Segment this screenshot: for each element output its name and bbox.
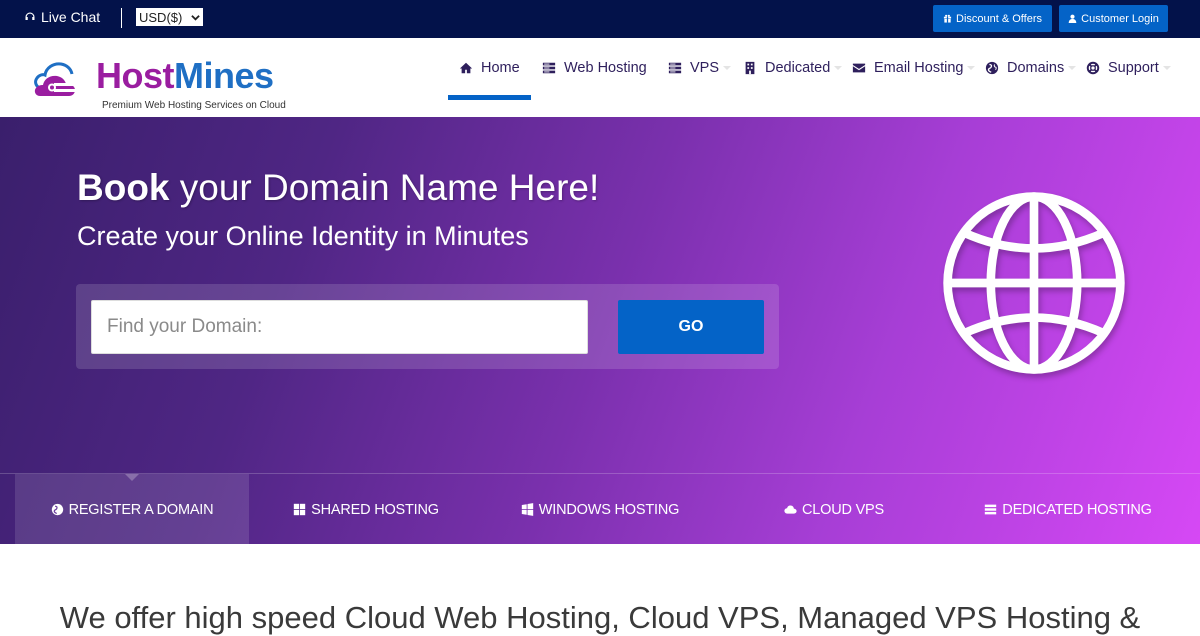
envelope-icon bbox=[852, 63, 866, 73]
server-icon bbox=[542, 62, 556, 74]
server-icon bbox=[668, 62, 682, 74]
brand-name: HostMines bbox=[96, 54, 274, 98]
grid-icon bbox=[293, 503, 306, 516]
caret-down-icon bbox=[834, 66, 843, 70]
customer-login-button[interactable]: Customer Login bbox=[1059, 5, 1168, 32]
nav-active-indicator bbox=[448, 95, 531, 100]
nav-item-label: VPS bbox=[690, 60, 720, 76]
headphones-icon bbox=[25, 12, 35, 20]
user-icon bbox=[1068, 14, 1077, 23]
nav-item-label: Domains bbox=[1007, 60, 1065, 76]
live-chat-link[interactable]: Live Chat bbox=[24, 9, 100, 25]
nav-item-dedicated[interactable]: Dedicated bbox=[743, 58, 843, 78]
nav-item-label: Home bbox=[481, 60, 520, 76]
caret-down-icon bbox=[1068, 66, 1077, 70]
nav-item-label: Web Hosting bbox=[564, 60, 647, 76]
currency-select[interactable]: USD($) bbox=[136, 8, 203, 26]
tab-register-domain[interactable]: REGISTER A DOMAIN bbox=[15, 474, 249, 544]
domain-search-box: GO bbox=[76, 284, 779, 369]
nav-item-label: Email Hosting bbox=[874, 60, 964, 76]
nav-item-home[interactable]: Home bbox=[459, 58, 520, 78]
nav-item-support[interactable]: Support bbox=[1086, 58, 1171, 78]
live-chat-label: Live Chat bbox=[41, 9, 101, 25]
tab-label: CLOUD VPS bbox=[802, 501, 884, 518]
nav-item-domains[interactable]: Domains bbox=[985, 58, 1077, 78]
nav-item-label: Dedicated bbox=[765, 60, 831, 76]
top-bar: Live Chat USD($) Discount & Offers Custo… bbox=[0, 0, 1200, 38]
active-tab-arrow bbox=[125, 474, 139, 481]
tab-cloud-vps[interactable]: CLOUD VPS bbox=[717, 474, 951, 544]
tab-windows-hosting[interactable]: WINDOWS HOSTING bbox=[483, 474, 717, 544]
cloud-logo-icon bbox=[34, 62, 80, 96]
caret-down-icon bbox=[1162, 66, 1171, 70]
nav-item-vps[interactable]: VPS bbox=[668, 58, 732, 78]
tab-dedicated-hosting[interactable]: DEDICATED HOSTING bbox=[951, 474, 1185, 544]
cloud-icon bbox=[784, 505, 797, 514]
brand-name-mines: Mines bbox=[174, 55, 274, 96]
caret-down-icon bbox=[967, 66, 976, 70]
nav-item-email-hosting[interactable]: Email Hosting bbox=[852, 58, 976, 78]
service-tabs: REGISTER A DOMAIN SHARED HOSTING WINDOWS… bbox=[0, 473, 1200, 544]
discount-offers-label: Discount & Offers bbox=[956, 12, 1042, 25]
globe-icon bbox=[943, 192, 1125, 374]
nav-item-label: Support bbox=[1108, 60, 1159, 76]
hero-title-bold: Book bbox=[77, 167, 170, 208]
brand-tagline: Premium Web Hosting Services on Cloud bbox=[102, 100, 286, 111]
life-ring-icon bbox=[1086, 61, 1100, 75]
chevron-down-icon bbox=[191, 14, 200, 21]
server-icon bbox=[985, 504, 997, 515]
customer-login-label: Customer Login bbox=[1081, 12, 1159, 25]
globe-icon bbox=[985, 61, 999, 75]
go-button[interactable]: GO bbox=[618, 300, 764, 354]
windows-icon bbox=[521, 503, 533, 516]
tab-label: WINDOWS HOSTING bbox=[538, 501, 680, 518]
topbar-divider bbox=[121, 8, 122, 28]
discount-offers-button[interactable]: Discount & Offers bbox=[933, 5, 1052, 32]
currency-value: USD($) bbox=[139, 9, 183, 25]
intro-text: We offer high speed Cloud Web Hosting, C… bbox=[59, 600, 1141, 635]
hero-section: Book your Domain Name Here! Create your … bbox=[0, 117, 1200, 544]
brand-name-host: Host bbox=[96, 55, 175, 96]
building-icon bbox=[745, 61, 755, 75]
site-header: HostMines Premium Web Hosting Services o… bbox=[0, 38, 1200, 117]
home-icon bbox=[459, 62, 473, 74]
gift-icon bbox=[943, 14, 952, 23]
domain-search-input[interactable] bbox=[91, 300, 588, 354]
tab-label: REGISTER A DOMAIN bbox=[68, 501, 214, 518]
tab-label: DEDICATED HOSTING bbox=[1002, 501, 1152, 518]
tab-shared-hosting[interactable]: SHARED HOSTING bbox=[249, 474, 483, 544]
hero-title: Book your Domain Name Here! bbox=[77, 167, 599, 209]
caret-down-icon bbox=[723, 66, 732, 70]
logo[interactable]: HostMines Premium Web Hosting Services o… bbox=[32, 54, 292, 116]
nav-item-web-hosting[interactable]: Web Hosting bbox=[542, 58, 647, 78]
tab-label: SHARED HOSTING bbox=[311, 501, 439, 518]
globe-icon bbox=[51, 503, 63, 516]
hero-title-rest: your Domain Name Here! bbox=[169, 167, 600, 208]
hero-subtitle: Create your Online Identity in Minutes bbox=[77, 221, 529, 251]
